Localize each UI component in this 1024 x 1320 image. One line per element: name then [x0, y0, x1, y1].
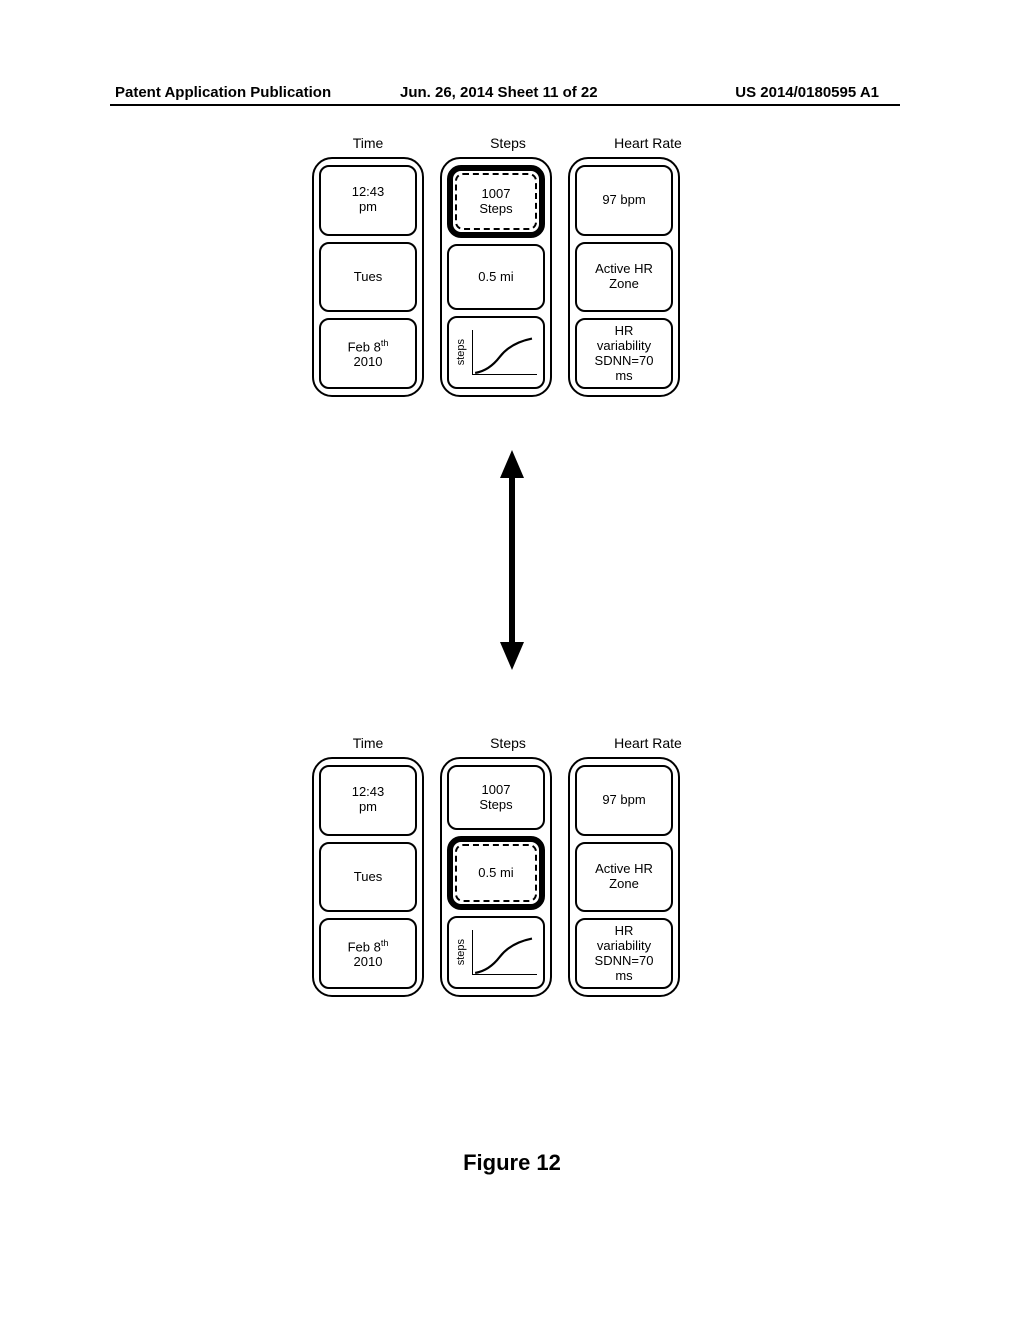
header-right: US 2014/0180595 A1 [735, 84, 879, 101]
hr-cell-3[interactable]: HRvariabilitySDNN=70ms [575, 318, 673, 389]
time-cell-1[interactable]: 12:43pm [319, 165, 417, 236]
steps-cell-2[interactable]: 0.5 mi [447, 244, 545, 309]
hr-cell-3[interactable]: HRvariabilitySDNN=70ms [575, 918, 673, 989]
figure-caption: Figure 12 [0, 1150, 1024, 1176]
time-column: 12:43pm Tues Feb 8th2010 [312, 157, 424, 397]
chart-line-icon [473, 930, 537, 977]
chart-ylabel: steps [455, 939, 468, 965]
column-labels: Time Steps Heart Rate [312, 735, 712, 751]
time-cell-1[interactable]: 12:43pm [319, 765, 417, 836]
col-label-hr: Heart Rate [592, 135, 704, 151]
mini-chart [472, 930, 537, 975]
time-cell-3[interactable]: Feb 8th2010 [319, 318, 417, 389]
col-label-steps: Steps [452, 135, 564, 151]
steps-cell-chart[interactable]: steps [447, 316, 545, 389]
steps-cell-1[interactable]: 1007Steps [447, 165, 545, 238]
steps-cell-1[interactable]: 1007Steps [447, 765, 545, 830]
hr-column: 97 bpm Active HRZone HRvariabilitySDNN=7… [568, 157, 680, 397]
steps-column: 1007Steps 0.5 mi steps [440, 157, 552, 397]
col-label-time: Time [312, 135, 424, 151]
time-cell-2[interactable]: Tues [319, 842, 417, 913]
col-label-hr: Heart Rate [592, 735, 704, 751]
mini-chart [472, 330, 537, 375]
double-arrow-icon [500, 450, 524, 670]
panel-bottom: Time Steps Heart Rate 12:43pm Tues Feb 8… [312, 735, 712, 997]
header-mid: Jun. 26, 2014 Sheet 11 of 22 [400, 84, 598, 101]
time-cell-3[interactable]: Feb 8th2010 [319, 918, 417, 989]
col-label-time: Time [312, 735, 424, 751]
header-left: Patent Application Publication [115, 84, 331, 101]
hr-cell-2[interactable]: Active HRZone [575, 242, 673, 313]
steps-cell-2[interactable]: 0.5 mi [447, 836, 545, 909]
header-rule [110, 104, 900, 106]
chart-line-icon [473, 330, 537, 377]
time-column: 12:43pm Tues Feb 8th2010 [312, 757, 424, 997]
chart-ylabel: steps [455, 339, 468, 365]
column-labels: Time Steps Heart Rate [312, 135, 712, 151]
hr-cell-2[interactable]: Active HRZone [575, 842, 673, 913]
col-label-steps: Steps [452, 735, 564, 751]
panel-top: Time Steps Heart Rate 12:43pm Tues Feb 8… [312, 135, 712, 397]
time-cell-2[interactable]: Tues [319, 242, 417, 313]
hr-cell-1[interactable]: 97 bpm [575, 765, 673, 836]
hr-cell-1[interactable]: 97 bpm [575, 165, 673, 236]
steps-column: 1007Steps 0.5 mi steps [440, 757, 552, 997]
steps-cell-chart[interactable]: steps [447, 916, 545, 989]
hr-column: 97 bpm Active HRZone HRvariabilitySDNN=7… [568, 757, 680, 997]
